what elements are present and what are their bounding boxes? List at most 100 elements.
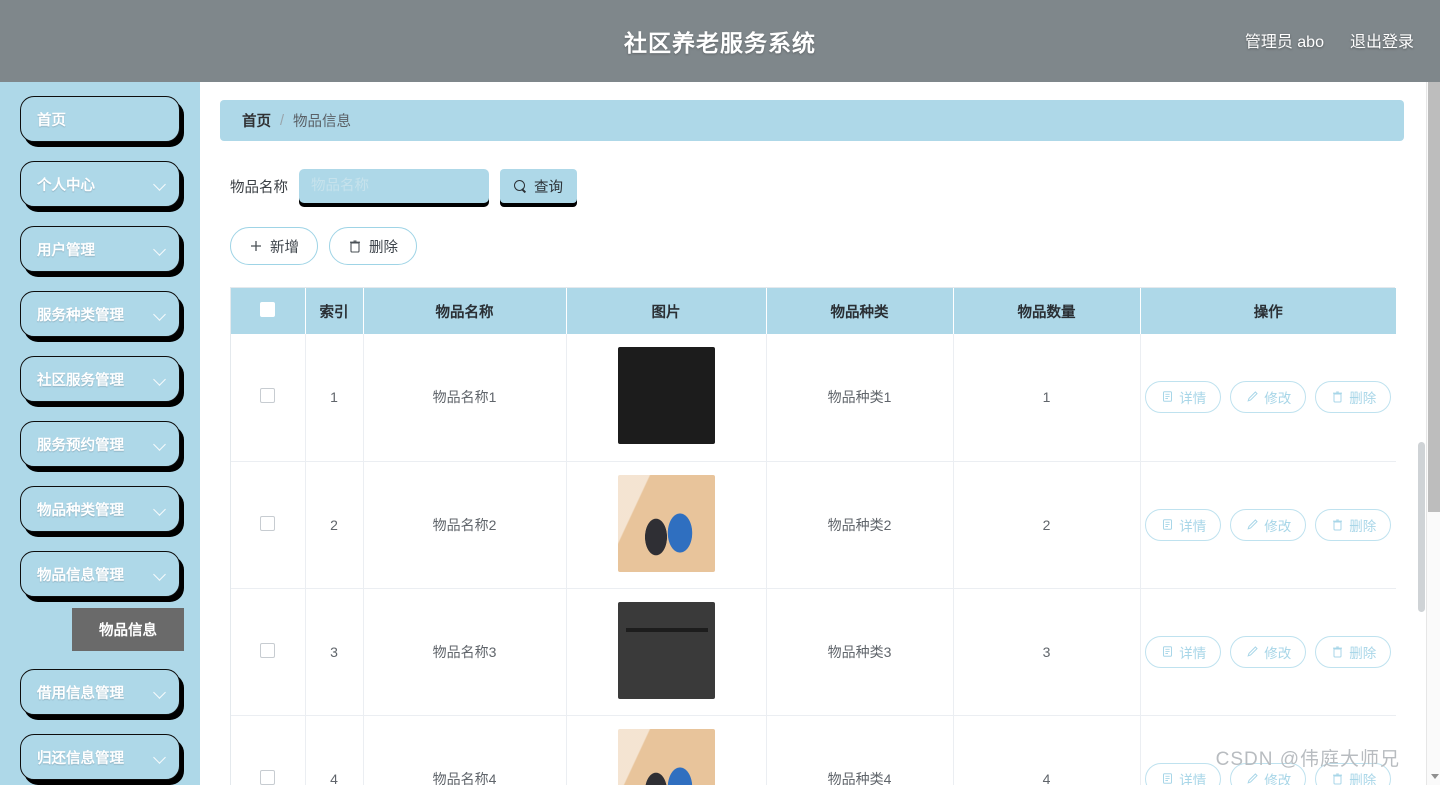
trash-icon — [1330, 645, 1344, 659]
current-user-label: 管理员 abo — [1244, 34, 1324, 51]
header-actions: 管理员 abo 退出登录 — [1245, 28, 1414, 52]
chevron-down-icon — [154, 568, 167, 581]
detail-button-label: 详情 — [1179, 518, 1207, 534]
sidebar-item-user-management[interactable]: 用户管理 — [20, 226, 180, 272]
breadcrumb-home[interactable]: 首页 — [242, 110, 271, 131]
table-header-row: 索引 物品名称 图片 物品种类 物品数量 操作 — [231, 288, 1396, 334]
th-item-category: 物品种类 — [766, 288, 954, 334]
items-table-wrapper: 索引 物品名称 图片 物品种类 物品数量 操作 1 物品名称1 物品种类1 1 … — [230, 287, 1396, 785]
breadcrumb-separator: / — [280, 112, 285, 129]
cell-item-quantity: 4 — [953, 715, 1141, 785]
breadcrumb-current: 物品信息 — [293, 114, 352, 130]
chevron-down-icon — [154, 751, 167, 764]
document-icon — [1160, 772, 1174, 785]
cell-operations: 详情 修改 删除 — [1140, 715, 1396, 785]
row-delete-button-label: 删除 — [1349, 772, 1377, 785]
document-icon — [1160, 390, 1174, 404]
detail-button-label: 详情 — [1179, 772, 1207, 785]
search-input[interactable] — [299, 169, 489, 203]
sidebar-item-item-type-management[interactable]: 物品种类管理 — [20, 486, 180, 532]
detail-button[interactable]: 详情 — [1145, 635, 1222, 668]
add-button-label: 新增 — [270, 239, 299, 256]
cell-image — [566, 461, 767, 589]
sidebar-item-item-info-management[interactable]: 物品信息管理 — [20, 551, 180, 597]
edit-button[interactable]: 修改 — [1230, 381, 1307, 414]
row-checkbox[interactable] — [260, 388, 276, 404]
cell-operations: 详情 修改 删除 — [1140, 461, 1396, 589]
row-checkbox[interactable] — [260, 642, 276, 658]
sidebar-item-service-booking-management[interactable]: 服务预约管理 — [20, 421, 180, 467]
th-item-name: 物品名称 — [363, 288, 567, 334]
edit-button[interactable]: 修改 — [1230, 508, 1307, 541]
table-row: 3 物品名称3 物品种类3 3 详情 修改 删除 — [231, 588, 1396, 716]
sidebar-subitem-item-info[interactable]: 物品信息 — [72, 608, 184, 651]
item-thumbnail[interactable] — [617, 474, 715, 572]
content-scrollbar-thumb[interactable] — [1418, 442, 1425, 612]
item-thumbnail[interactable] — [617, 347, 715, 445]
row-delete-button[interactable]: 删除 — [1315, 762, 1392, 785]
row-delete-button[interactable]: 删除 — [1315, 508, 1392, 541]
cell-item-quantity: 3 — [953, 588, 1141, 716]
search-icon — [514, 179, 527, 193]
sidebar-item-community-service-management[interactable]: 社区服务管理 — [20, 356, 180, 402]
logout-button[interactable]: 退出登录 — [1350, 28, 1414, 52]
edit-button[interactable]: 修改 — [1230, 635, 1307, 668]
pencil-icon — [1245, 645, 1259, 659]
th-operations: 操作 — [1140, 288, 1396, 334]
sidebar-item-home[interactable]: 首页 — [20, 96, 180, 142]
row-delete-button-label: 删除 — [1349, 645, 1377, 661]
search-submit-button[interactable]: 查询 — [500, 169, 577, 203]
select-all-checkbox[interactable] — [260, 301, 276, 317]
sidebar-item-personal-center[interactable]: 个人中心 — [20, 161, 180, 207]
cell-item-quantity: 1 — [953, 334, 1141, 462]
row-checkbox[interactable] — [260, 769, 276, 785]
edit-button-label: 修改 — [1264, 391, 1292, 407]
detail-button[interactable]: 详情 — [1145, 508, 1222, 541]
document-icon — [1160, 645, 1174, 659]
item-thumbnail[interactable] — [617, 601, 715, 699]
main-content: 首页 / 物品信息 物品名称 查询 新增 — [200, 82, 1426, 785]
cell-item-name: 物品名称3 — [363, 588, 567, 716]
cell-item-quantity: 2 — [953, 461, 1141, 589]
cell-image — [566, 715, 767, 785]
item-thumbnail[interactable] — [617, 728, 715, 785]
search-bar: 物品名称 查询 — [220, 169, 1404, 203]
sidebar-item-borrow-info-management[interactable]: 借用信息管理 — [20, 669, 180, 715]
page-scrollbar-thumb[interactable] — [1428, 82, 1440, 512]
row-delete-button[interactable]: 删除 — [1315, 635, 1392, 668]
cell-image — [566, 588, 767, 716]
delete-button[interactable]: 删除 — [329, 227, 417, 265]
cell-index: 4 — [305, 715, 364, 785]
cell-item-name: 物品名称4 — [363, 715, 567, 785]
detail-button[interactable]: 详情 — [1145, 762, 1222, 785]
cell-operations: 详情 修改 删除 — [1140, 334, 1396, 462]
chevron-down-icon — [154, 373, 167, 386]
add-button[interactable]: 新增 — [230, 227, 318, 265]
sidebar-item-label: 借用信息管理 — [37, 685, 124, 702]
table-row: 4 物品名称4 物品种类4 4 详情 修改 删除 — [231, 715, 1396, 785]
trash-icon — [1330, 518, 1344, 532]
page-scrollbar[interactable] — [1426, 82, 1440, 785]
sidebar-item-label: 用户管理 — [37, 242, 95, 259]
sidebar-item-service-type-management[interactable]: 服务种类管理 — [20, 291, 180, 337]
sidebar-item-return-info-management[interactable]: 归还信息管理 — [20, 734, 180, 780]
sidebar-item-label: 个人中心 — [37, 177, 95, 194]
row-delete-button[interactable]: 删除 — [1315, 381, 1392, 414]
detail-button-label: 详情 — [1179, 391, 1207, 407]
edit-button-label: 修改 — [1264, 772, 1292, 785]
cell-row-select — [231, 334, 306, 462]
row-actions: 详情 修改 删除 — [1142, 635, 1396, 668]
chevron-down-icon — [154, 503, 167, 516]
table-toolbar: 新增 删除 — [220, 227, 1404, 265]
cell-index: 1 — [305, 334, 364, 462]
detail-button[interactable]: 详情 — [1145, 381, 1222, 414]
edit-button[interactable]: 修改 — [1230, 762, 1307, 785]
sidebar-item-label: 服务种类管理 — [37, 307, 124, 324]
row-checkbox[interactable] — [260, 515, 276, 531]
scroll-down-arrow-icon[interactable] — [1427, 769, 1440, 785]
content-scrollbar[interactable] — [1418, 82, 1425, 785]
cell-index: 3 — [305, 588, 364, 716]
row-delete-button-label: 删除 — [1349, 518, 1377, 534]
th-index: 索引 — [305, 288, 364, 334]
chevron-down-icon — [154, 308, 167, 321]
